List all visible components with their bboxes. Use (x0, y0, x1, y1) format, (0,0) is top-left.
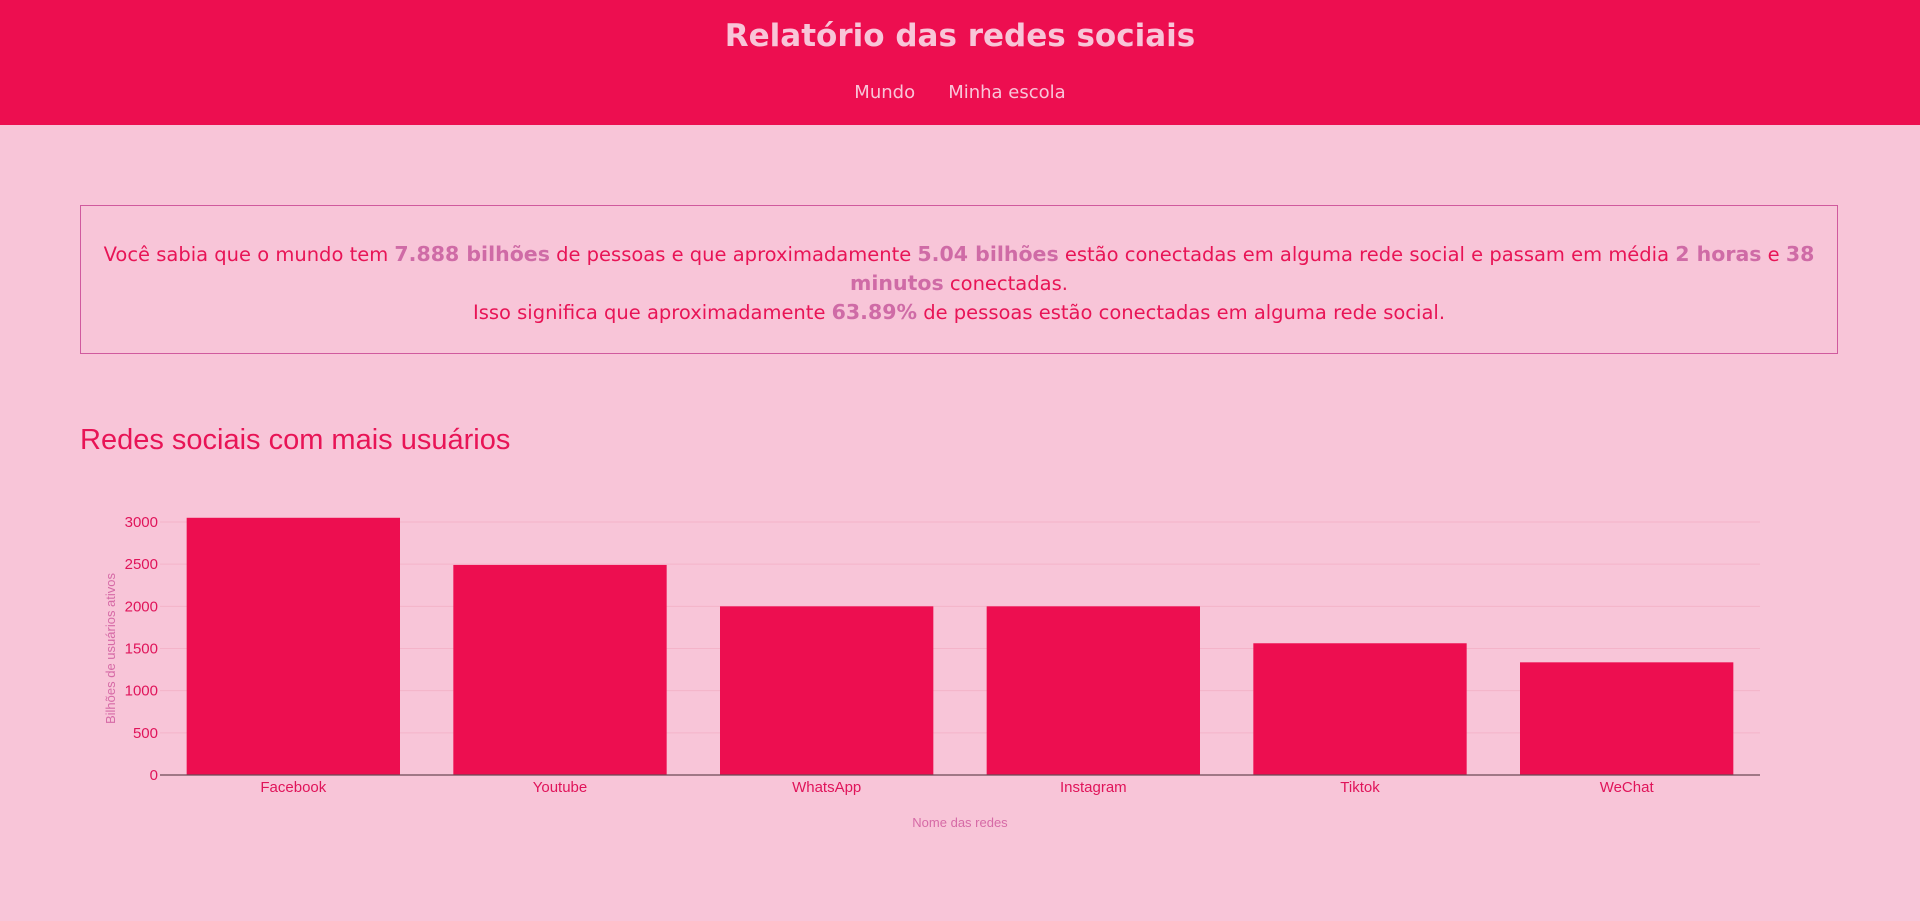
x-tick-label: Tiktok (1340, 779, 1380, 796)
y-tick-label: 2500 (125, 556, 158, 573)
y-tick-label: 2000 (125, 598, 158, 615)
bar-wechat[interactable] (1520, 662, 1734, 775)
x-tick-label: Youtube (533, 779, 588, 796)
y-tick-label: 3000 (125, 514, 158, 531)
bar-instagram[interactable] (986, 606, 1200, 775)
bar-facebook[interactable] (186, 517, 400, 775)
y-tick-label: 1000 (125, 683, 158, 700)
y-tick-label: 0 (150, 767, 158, 784)
y-tick-label: 500 (133, 725, 158, 742)
bar-chart: 0 500 1000 1500 2000 2500 3000 Facebook Youtube W… (103, 514, 1760, 830)
x-tick-label: Instagram (1060, 779, 1127, 796)
x-tick-label: WeChat (1600, 779, 1655, 796)
x-tick-label: Facebook (260, 779, 326, 796)
x-tick-label: WhatsApp (792, 779, 861, 796)
y-tick-label: 1500 (125, 641, 158, 658)
bar-tiktok[interactable] (1253, 643, 1467, 775)
x-axis-title: Nome das redes (912, 815, 1008, 830)
y-axis-title: Bilhões de usuários ativos (103, 572, 118, 724)
bar-whatsapp[interactable] (720, 606, 934, 775)
bar-youtube[interactable] (453, 564, 667, 775)
